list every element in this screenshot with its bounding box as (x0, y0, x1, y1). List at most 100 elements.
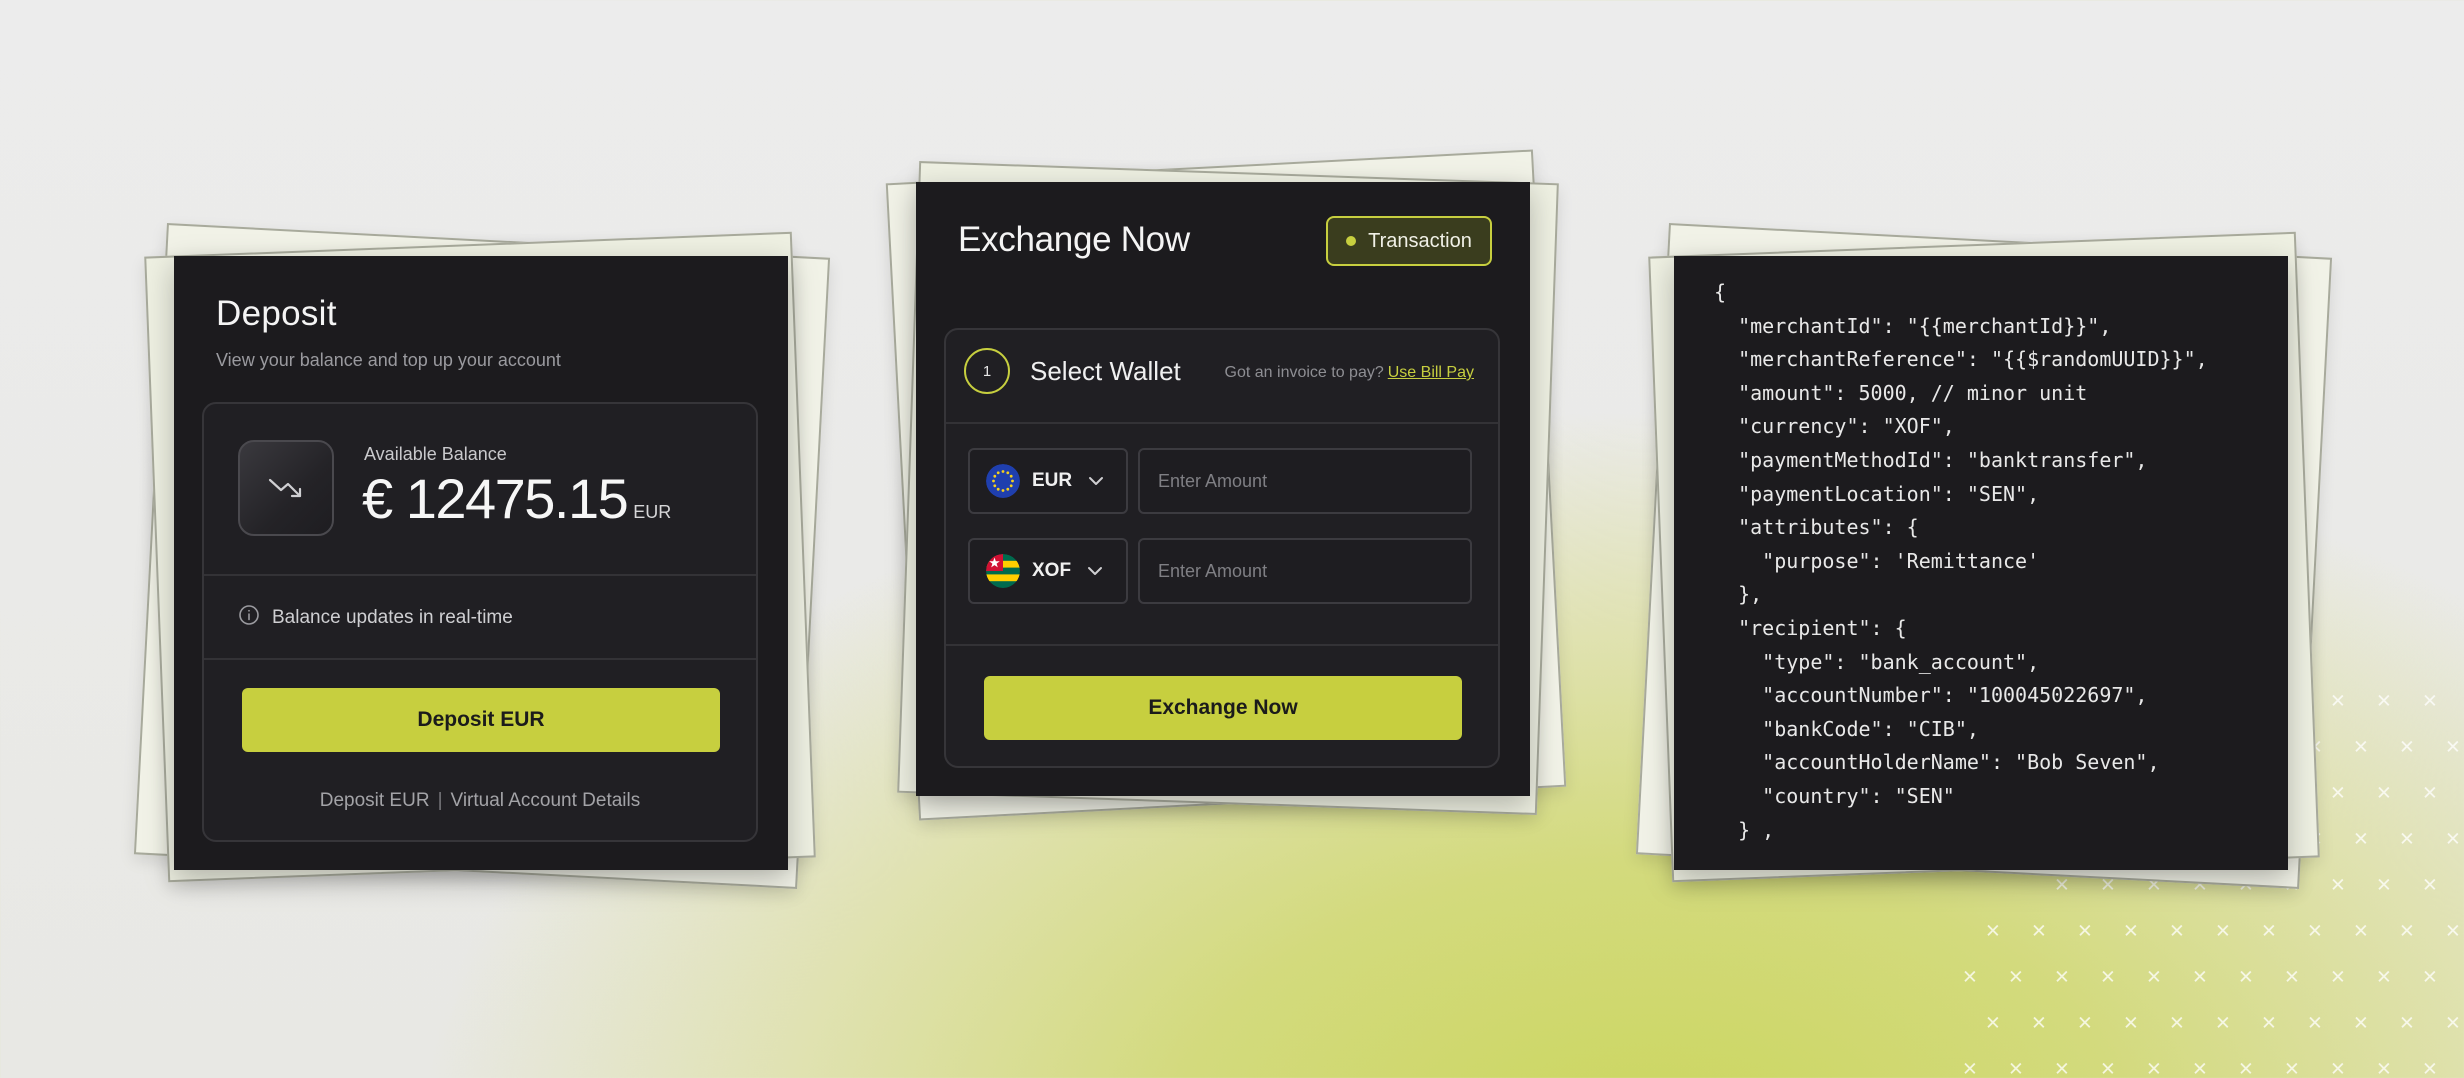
sparkle-icon: + (2437, 915, 2464, 947)
sparkle-icon: + (2069, 915, 2100, 947)
code-line: "paymentMethodId": "banktransfer", (1714, 447, 2148, 472)
deposit-links: Deposit EUR | Virtual Account Details (204, 790, 756, 812)
code-line: "bankCode": "CIB", (1714, 716, 1979, 741)
transaction-badge-label: Transaction (1368, 229, 1472, 252)
code-line: "paymentLocation": "SEN", (1714, 481, 2040, 506)
amount-input-xof[interactable] (1138, 538, 1472, 604)
sparkle-icon: + (2368, 869, 2399, 901)
sparkle-icon: + (2046, 1053, 2077, 1078)
link-separator: | (437, 790, 443, 811)
sparkle-icon: + (2345, 731, 2376, 763)
sparkle-icon: + (2092, 1053, 2123, 1078)
sparkle-icon: + (2437, 1007, 2464, 1039)
deposit-eur-button[interactable]: Deposit EUR (242, 688, 720, 752)
sparkle-icon: + (2368, 685, 2399, 717)
available-balance-label: Available Balance (364, 444, 507, 464)
sparkle-icon: + (1954, 1053, 1985, 1078)
sparkle-icon: + (2322, 869, 2353, 901)
chevron-down-icon (1088, 476, 1104, 486)
sparkle-icon: + (2207, 915, 2238, 947)
sparkle-icon: + (1977, 915, 2008, 947)
amount-input-eur[interactable] (1138, 448, 1472, 514)
deposit-title: Deposit (216, 294, 337, 333)
sparkle-icon: + (2000, 961, 2031, 993)
code-line: { (1714, 280, 1727, 304)
currency-code: XOF (1032, 560, 1072, 581)
sparkle-icon: + (2322, 1053, 2353, 1078)
sparkle-icon: + (2161, 1007, 2192, 1039)
sparkle-icon: + (2138, 1053, 2169, 1078)
currency-select-eur[interactable]: EUR (968, 448, 1128, 514)
sparkle-icon: + (2253, 1007, 2284, 1039)
virtual-account-link[interactable]: Virtual Account Details (451, 790, 641, 812)
chevron-down-icon (1087, 566, 1103, 576)
sparkle-icon: + (2322, 777, 2353, 809)
sparkle-icon: + (2230, 961, 2261, 993)
code-card: { "merchantId": "{{merchantId}}", "merch… (1674, 256, 2288, 870)
balance-amount: € 12475.15 EUR (362, 466, 671, 531)
divider (204, 574, 756, 576)
code-line: "accountHolderName": "Bob Seven", (1714, 750, 2160, 775)
sparkle-icon: + (2161, 915, 2192, 947)
sparkle-icon: + (2414, 1053, 2445, 1078)
sparkle-icon: + (2391, 915, 2422, 947)
balance-currency: EUR (633, 502, 672, 522)
sparkle-icon: + (2000, 1053, 2031, 1078)
code-line: "type": "bank_account", (1714, 649, 2040, 674)
sparkle-icon: + (2414, 961, 2445, 993)
code-line: "recipient": { (1714, 615, 1907, 640)
sparkle-icon: + (2368, 1053, 2399, 1078)
deposit-eur-link[interactable]: Deposit EUR (320, 790, 430, 812)
sparkle-icon: + (2345, 1007, 2376, 1039)
divider (946, 422, 1498, 424)
invoice-prompt: Got an invoice to pay? Use Bill Pay (1225, 364, 1474, 382)
deposit-card: Deposit View your balance and top up you… (174, 256, 788, 870)
sparkle-icon: + (2276, 961, 2307, 993)
sparkle-icon: + (2414, 777, 2445, 809)
trend-down-icon (238, 440, 334, 536)
sparkle-icon: + (2368, 777, 2399, 809)
exchange-card: Exchange Now Transaction 1 Select Wallet… (916, 182, 1530, 796)
togo-flag-icon (986, 554, 1020, 588)
realtime-note: Balance updates in real-time (238, 604, 513, 632)
code-line: "purpose": 'Remittance' (1714, 548, 2040, 573)
divider (946, 644, 1498, 646)
sparkle-icon: + (2115, 1007, 2146, 1039)
currency-code: EUR (1032, 470, 1073, 491)
eu-flag-icon (986, 464, 1020, 498)
sparkle-icon: + (2414, 685, 2445, 717)
sparkle-icon: + (2299, 915, 2330, 947)
sparkle-icon: + (2345, 823, 2376, 855)
code-line: "attributes": { (1714, 515, 1919, 540)
currency-select-xof[interactable]: XOF (968, 538, 1128, 604)
sparkle-icon: + (2437, 731, 2464, 763)
deposit-subtitle: View your balance and top up your accoun… (216, 350, 561, 370)
code-line: "amount": 5000, // minor unit (1714, 380, 2088, 405)
balance-panel: Available Balance € 12475.15 EUR Balance … (202, 402, 758, 842)
step-number: 1 (964, 348, 1010, 394)
code-line: "merchantReference": "{{$randomUUID}}", (1714, 347, 2208, 372)
sparkle-icon: + (2368, 961, 2399, 993)
use-bill-pay-link[interactable]: Use Bill Pay (1388, 364, 1474, 381)
sparkle-icon: + (2138, 961, 2169, 993)
sparkle-icon: + (1977, 1007, 2008, 1039)
sparkle-icon: + (2391, 823, 2422, 855)
exchange-title: Exchange Now (958, 220, 1190, 259)
sparkle-icon: + (2322, 685, 2353, 717)
sparkle-icon: + (2069, 1007, 2100, 1039)
sparkle-icon: + (2115, 915, 2146, 947)
code-line: "country": "SEN" (1714, 783, 1955, 808)
sparkle-icon: + (2414, 869, 2445, 901)
sparkle-icon: + (2023, 1007, 2054, 1039)
info-icon (238, 604, 260, 632)
sparkle-icon: + (2345, 915, 2376, 947)
exchange-now-button[interactable]: Exchange Now (984, 676, 1462, 740)
code-line: "merchantId": "{{merchantId}}", (1714, 313, 2112, 338)
sparkle-icon: + (2322, 961, 2353, 993)
code-line: "accountNumber": "100045022697", (1714, 683, 2148, 708)
transaction-badge[interactable]: Transaction (1326, 216, 1492, 266)
sparkle-icon: + (2253, 915, 2284, 947)
sparkle-icon: + (2437, 823, 2464, 855)
code-line: "currency": "XOF", (1714, 414, 1955, 439)
invoice-prompt-text: Got an invoice to pay? (1224, 364, 1384, 381)
